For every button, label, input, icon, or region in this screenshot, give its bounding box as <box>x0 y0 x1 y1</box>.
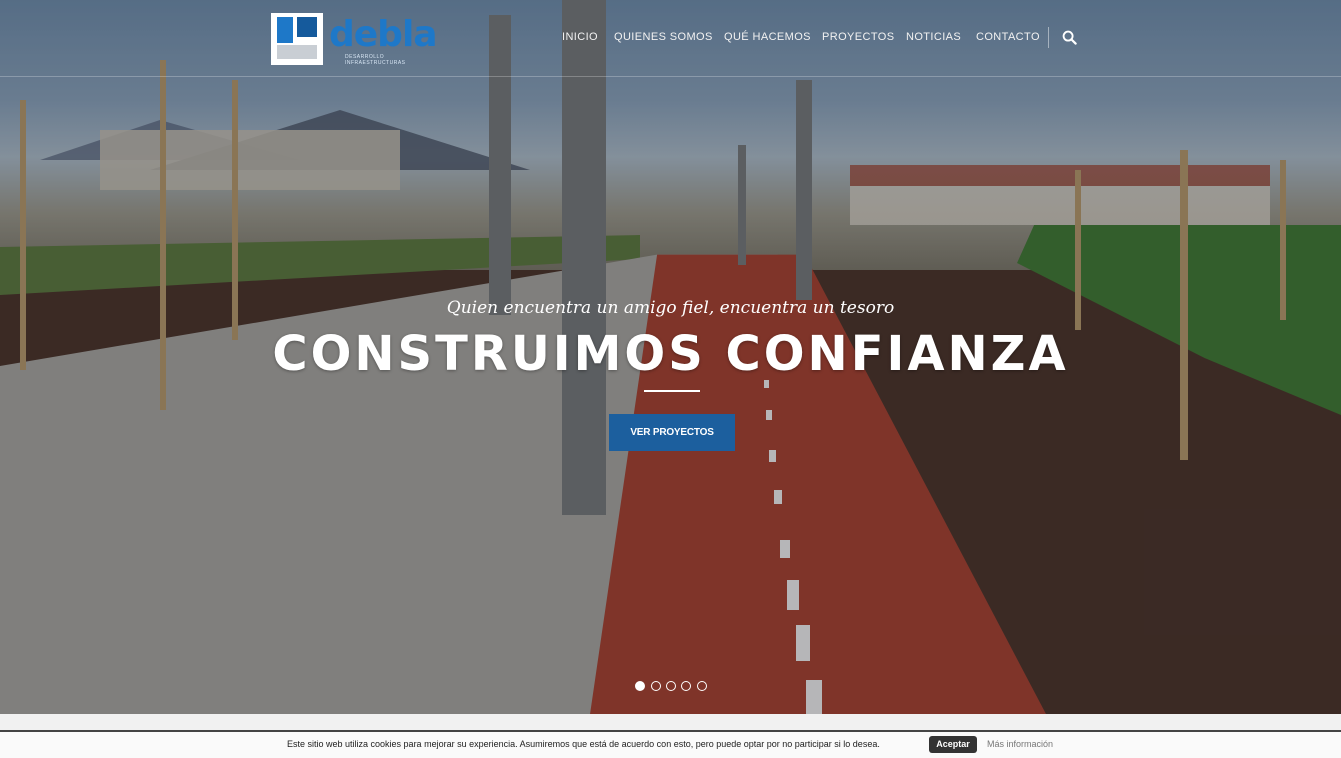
cookie-message: Este sitio web utiliza cookies para mejo… <box>287 739 880 749</box>
nav-divider <box>1048 27 1049 48</box>
main-nav: INICIO QUIENES SOMOS QUÉ HACEMOS PROYECT… <box>0 31 1341 47</box>
ver-proyectos-button[interactable]: VER PROYECTOS <box>609 414 735 451</box>
nav-item-inicio[interactable]: INICIO <box>562 31 598 43</box>
nav-item-contacto[interactable]: CONTACTO <box>976 31 1040 43</box>
hero-title: CONSTRUIMOS CONFIANZA <box>272 326 1069 382</box>
nav-item-quienes-somos[interactable]: QUIENES SOMOS <box>614 31 713 43</box>
nav-item-que-hacemos[interactable]: QUÉ HACEMOS <box>724 31 811 43</box>
nav-item-proyectos[interactable]: PROYECTOS <box>822 31 894 43</box>
cookie-more-info-link[interactable]: Más información <box>987 739 1053 749</box>
slider-dot[interactable] <box>666 681 676 691</box>
logo-tagline: DESARROLLO INFRAESTRUCTURAS <box>345 54 406 66</box>
nav-item-noticias[interactable]: NOTICIAS <box>906 31 961 43</box>
slider-dot[interactable] <box>635 681 645 691</box>
title-divider <box>644 390 700 392</box>
search-icon[interactable] <box>1062 30 1077 45</box>
hero-subtitle: Quien encuentra un amigo fiel, encuentra… <box>446 298 895 318</box>
slider-dot[interactable] <box>697 681 707 691</box>
slider-dot[interactable] <box>651 681 661 691</box>
slider-dot[interactable] <box>681 681 691 691</box>
cookie-accept-button[interactable]: Aceptar <box>929 736 977 753</box>
cookie-banner: Este sitio web utiliza cookies para mejo… <box>0 730 1341 758</box>
site-header: debla DESARROLLO INFRAESTRUCTURAS INICIO… <box>0 0 1341 77</box>
